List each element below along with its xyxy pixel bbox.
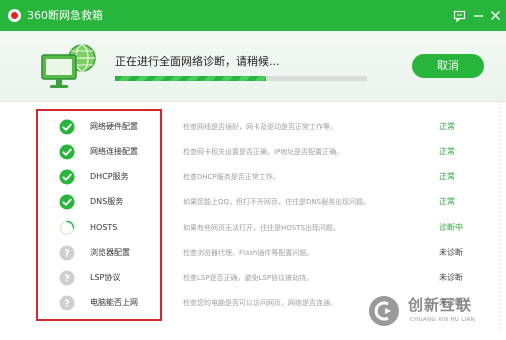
- check-item-description: 检查网线是否插好，网卡及驱动是否正常工作等。: [183, 123, 337, 131]
- app-logo-icon: [8, 9, 21, 22]
- watermark-title: 创新互联: [408, 296, 473, 314]
- check-item-status: 正常: [439, 147, 455, 156]
- check-item-description: 如果有些网页无法打开，往往是HOSTS出现问题。: [183, 224, 340, 232]
- feedback-icon[interactable]: [452, 8, 467, 23]
- network-computer-icon: [41, 44, 96, 88]
- check-item-description: 检查DHCP服务是否正常工作。: [183, 173, 280, 181]
- progress-bar-fill: [115, 76, 267, 81]
- check-item-status: 未诊断: [439, 273, 463, 282]
- check-item-status: 诊断中: [439, 223, 463, 232]
- check-item-status: 未诊断: [439, 248, 463, 257]
- window-title: 360断网急救箱: [27, 9, 103, 22]
- check-item-description: 检查网卡相关设置是否正确，IP地址是否配置正确。: [183, 148, 344, 156]
- minimize-icon[interactable]: [471, 8, 486, 23]
- close-icon[interactable]: [488, 8, 503, 23]
- cancel-button[interactable]: 取消: [412, 54, 484, 78]
- check-item-description: 检查您的电脑是否可以访问网页，网络是否连通。: [183, 299, 337, 307]
- progress-bar: [115, 76, 367, 81]
- progress-status-text: 正在进行全面网络诊断，请稍候...: [115, 55, 280, 68]
- check-item-status: 正常: [439, 122, 455, 131]
- check-item-status: 正常: [439, 197, 455, 206]
- title-bar: 360断网急救箱: [0, 0, 506, 31]
- watermark-logo-icon: [369, 296, 399, 326]
- check-item-description: 检查LSP是否正确，避免LSP协议被劫持。: [183, 274, 314, 282]
- watermark-subtitle: CHUANG XIN HU LIAN: [410, 317, 476, 323]
- scrollbar[interactable]: [497, 103, 503, 331]
- highlight-box: [36, 109, 162, 321]
- check-item-description: 检查浏览器代理、Flash插件等配置问题。: [183, 249, 314, 257]
- check-item-description: 如果您能上QQ，但打不开网页，往往是DNS服务出现问题。: [183, 198, 371, 206]
- check-item-status: 正常: [439, 172, 455, 181]
